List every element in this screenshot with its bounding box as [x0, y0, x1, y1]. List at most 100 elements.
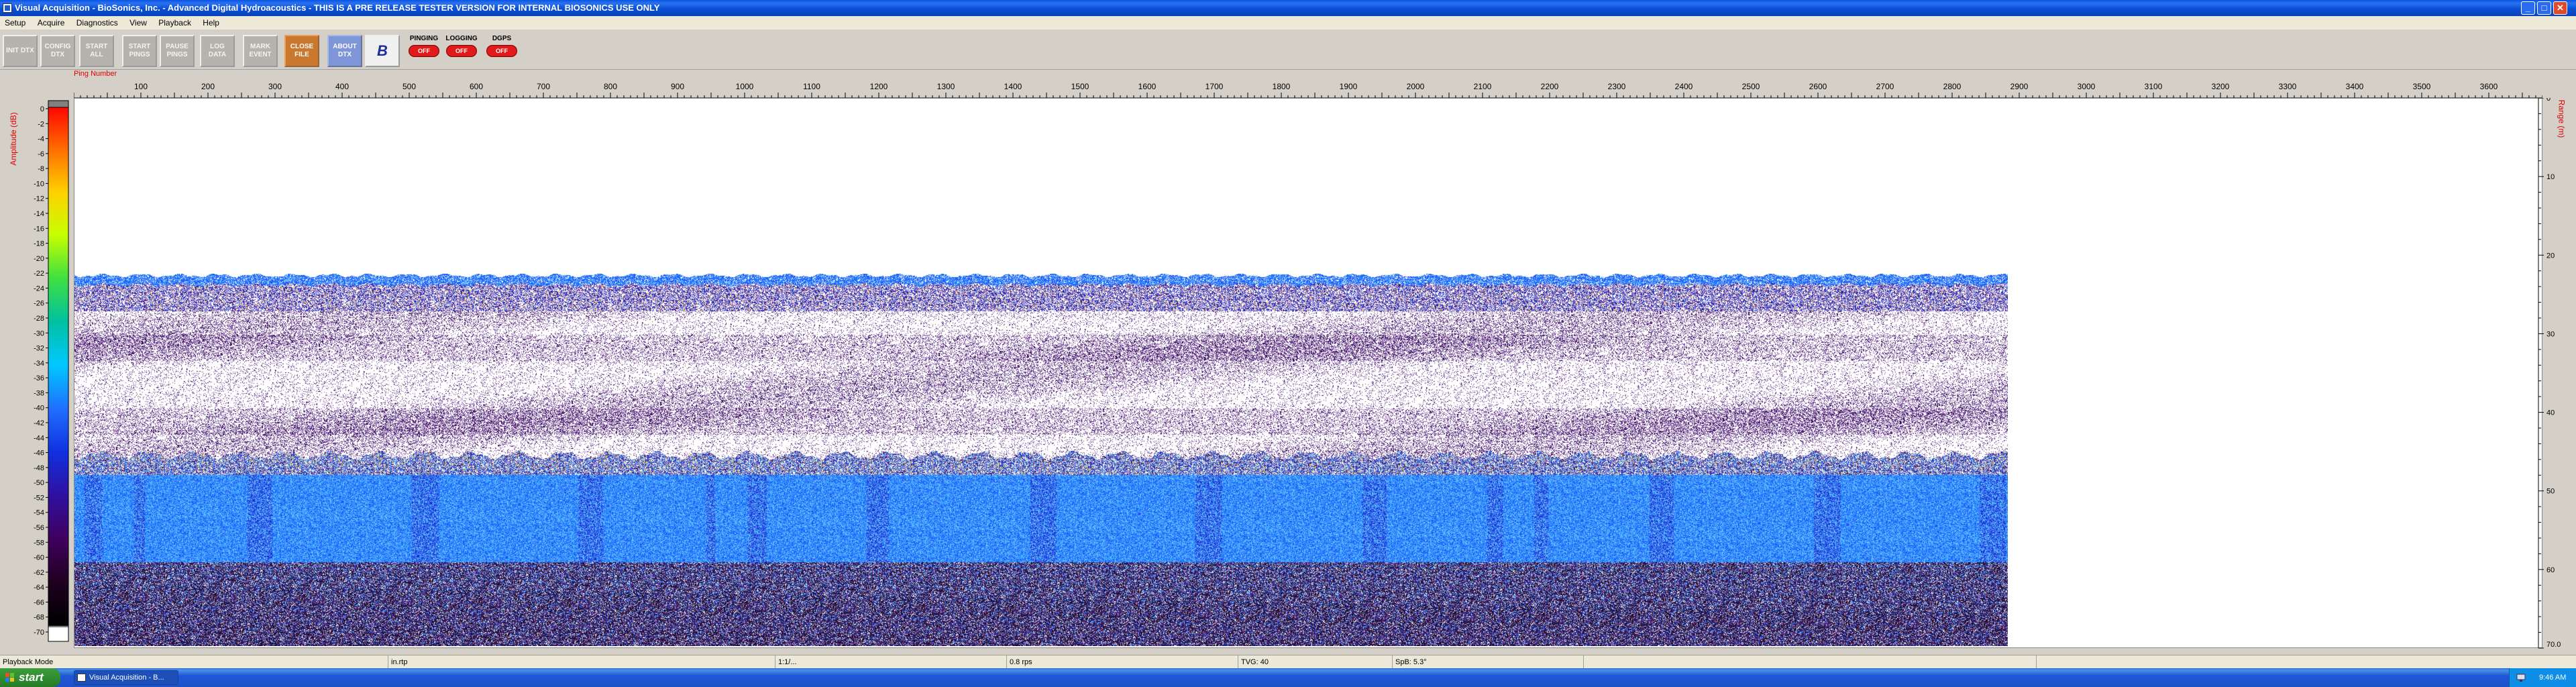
- amplitude-tick-label: -58: [34, 539, 44, 547]
- pinging-state: OFF: [409, 45, 439, 57]
- ping-tick-label: 2700: [1876, 82, 1894, 91]
- ping-tick-label: 1100: [803, 82, 820, 91]
- ping-tick-label: 3500: [2413, 82, 2431, 91]
- amplitude-tick-label: -34: [34, 360, 44, 368]
- ping-tick-label: 1000: [736, 82, 754, 91]
- amplitude-tick-label: -18: [34, 240, 44, 248]
- network-icon[interactable]: [2516, 673, 2526, 682]
- status-file: in.rtp: [388, 655, 407, 669]
- amplitude-tick-label: -12: [34, 195, 44, 203]
- range-tick-label: 60: [2546, 566, 2555, 574]
- menu-playback[interactable]: Playback: [154, 16, 196, 30]
- close-button[interactable]: ✕: [2553, 1, 2567, 15]
- amplitude-tick-label: -52: [34, 494, 44, 502]
- range-tick-label: 70.0: [2546, 641, 2561, 649]
- status-ratio: 1:1/...: [775, 655, 797, 669]
- status-mode: Playback Mode: [3, 658, 54, 666]
- ping-tick-label: 2300: [1608, 82, 1626, 91]
- ping-tick-label: 1500: [1071, 82, 1089, 91]
- range-tick-label: 0: [2546, 98, 2551, 103]
- ping-tick-label: 3300: [2279, 82, 2297, 91]
- ping-tick-label: 2200: [1541, 82, 1559, 91]
- amplitude-tick-label: -44: [34, 434, 44, 442]
- ping-tick-label: 600: [470, 82, 483, 91]
- status-tvg: TVG: 40: [1238, 655, 1269, 669]
- amplitude-tick-label: -60: [34, 554, 44, 562]
- range-tick-label: 20: [2546, 252, 2555, 260]
- close-file-button[interactable]: CLOSE FILE: [284, 35, 319, 67]
- ping-tick-label: 200: [201, 82, 215, 91]
- menu-help[interactable]: Help: [198, 16, 224, 30]
- about-dtx-button[interactable]: ABOUT DTX: [327, 35, 362, 67]
- clock: 9:46 AM: [2539, 674, 2567, 682]
- amplitude-tick-label: -6: [38, 150, 44, 158]
- menu-bar: Setup Acquire Diagnostics View Playback …: [0, 16, 2576, 30]
- menu-acquire[interactable]: Acquire: [33, 16, 70, 30]
- amplitude-color-scale: 0 -2 -4 -6 -8 -10 -12 -14 -16 -18 -20 -22 -24 -26 -28 -…: [34, 100, 69, 642]
- amplitude-tick-label: -16: [34, 225, 44, 233]
- status-rate: 0.8 rps: [1006, 655, 1032, 669]
- amplitude-tick-label: -56: [34, 524, 44, 532]
- title-bar[interactable]: Visual Acquisition - BioSonics, Inc. - A…: [0, 0, 2576, 16]
- ping-tick-label: 3400: [2346, 82, 2364, 91]
- amplitude-tick-label: -38: [34, 389, 44, 397]
- ping-tick-label: 2900: [2010, 82, 2029, 91]
- config-dtx-button[interactable]: CONFIG DTX: [40, 35, 75, 67]
- amplitude-tick-label: -22: [34, 270, 44, 278]
- ping-tick-label: 2500: [1742, 82, 1760, 91]
- ping-tick-label: 100: [134, 82, 148, 91]
- amplitude-tick-label: -42: [34, 419, 44, 427]
- ping-number-label: Ping Number: [74, 70, 117, 78]
- biosonics-logo-icon[interactable]: B: [365, 35, 400, 67]
- minimize-button[interactable]: _: [2521, 1, 2535, 15]
- status-bar: Playback Mode in.rtp 1:1/... 0.8 rps TVG…: [0, 655, 2576, 669]
- mark-event-button[interactable]: MARK EVENT: [243, 35, 278, 67]
- pause-pings-button[interactable]: PAUSE PINGS: [160, 35, 195, 67]
- ping-tick-label: 1900: [1340, 82, 1358, 91]
- amplitude-tick-label: -40: [34, 405, 44, 413]
- app-window-icon: [77, 674, 86, 682]
- ping-tick-label: 1600: [1138, 82, 1157, 91]
- amplitude-tick-label: -2: [38, 120, 44, 128]
- ping-tick-label: 1200: [870, 82, 888, 91]
- start-pings-button[interactable]: START PINGS: [122, 35, 157, 67]
- menu-diagnostics[interactable]: Diagnostics: [72, 16, 123, 30]
- amplitude-scale-handle: [48, 100, 69, 108]
- ping-tick-label: 1400: [1004, 82, 1022, 91]
- init-dtx-button[interactable]: INIT DTX: [3, 35, 38, 67]
- status-empty: [1583, 655, 1587, 669]
- amplitude-tick-label: -14: [34, 210, 44, 218]
- start-all-button[interactable]: START ALL: [79, 35, 114, 67]
- amplitude-tick-label: -26: [34, 300, 44, 308]
- amplitude-tick-label: -32: [34, 345, 44, 353]
- echogram-canvas[interactable]: [74, 274, 2008, 646]
- menu-setup[interactable]: Setup: [0, 16, 30, 30]
- range-label: Range (m): [2557, 99, 2567, 138]
- status-empty-2: [2036, 655, 2039, 669]
- range-axis: 0 10 20 30 40 50 60 70.0: [2538, 98, 2561, 649]
- ping-tick-label: 2000: [1407, 82, 1425, 91]
- amplitude-tick-label: -8: [38, 165, 44, 173]
- amplitude-tick-label: 0: [40, 105, 44, 113]
- taskbar-item-visual-acquisition[interactable]: Visual Acquisition - B...: [74, 670, 178, 685]
- dgps-state: OFF: [486, 45, 517, 57]
- ping-tick-label: 700: [537, 82, 550, 91]
- app-icon: [3, 3, 12, 13]
- logging-indicator: LOGGING OFF: [443, 35, 480, 67]
- amplitude-tick-label: -36: [34, 374, 44, 382]
- window-title: Visual Acquisition - BioSonics, Inc. - A…: [15, 3, 660, 13]
- ping-tick-label: 2400: [1675, 82, 1693, 91]
- toolbar: INIT DTX CONFIG DTX START ALL START PING…: [0, 30, 2576, 70]
- menu-view[interactable]: View: [125, 16, 152, 30]
- start-button[interactable]: start: [0, 668, 60, 687]
- amplitude-tick-label: -24: [34, 284, 44, 293]
- ping-tick-label: 1800: [1273, 82, 1291, 91]
- amplitude-label: Amplitude (dB): [9, 112, 18, 166]
- ping-tick-label: 3200: [2212, 82, 2230, 91]
- log-data-button[interactable]: LOG DATA: [200, 35, 235, 67]
- amplitude-tick-label: -46: [34, 450, 44, 458]
- amplitude-tick-label: -66: [34, 598, 44, 606]
- maximize-button[interactable]: □: [2537, 1, 2551, 15]
- amplitude-tick-label: -68: [34, 614, 44, 622]
- ping-axis: 100 200 300 400 500 600 700 800 900 1000 1100 1200 1…: [74, 82, 2542, 99]
